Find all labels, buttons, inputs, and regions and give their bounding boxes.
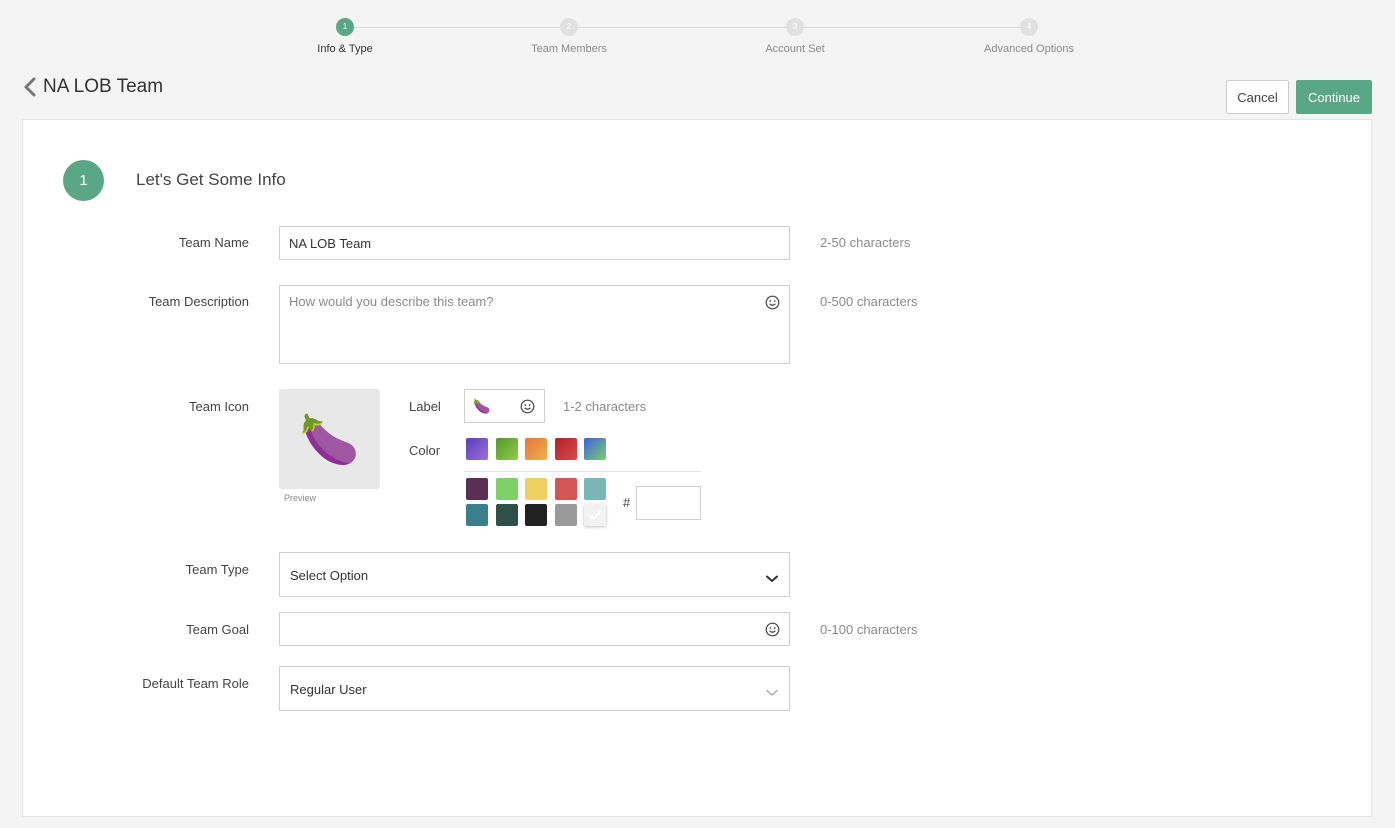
solid-swatch[interactable] [466,504,488,526]
default-team-role-select[interactable]: Regular User [279,666,790,711]
step-label: Team Members [531,43,607,55]
step-number: 2 [560,18,578,36]
gradient-swatch[interactable] [554,438,577,460]
team-goal-label: Team Goal [186,622,249,637]
default-team-role-label: Default Team Role [142,676,249,691]
icon-label-value: 🍆 [473,398,491,414]
solid-swatch[interactable] [554,478,577,500]
solid-swatch[interactable] [525,478,547,500]
team-name-value: NA LOB Team [289,236,372,251]
preview-label: Preview [284,493,317,503]
step-label: Account Set [765,43,825,55]
step-label: Advanced Options [984,43,1074,55]
step-info-type[interactable]: 1 Info & Type [265,18,425,55]
team-name-hint: 2-50 characters [820,235,911,250]
gradient-swatch[interactable] [495,438,518,460]
solid-swatch[interactable] [584,504,606,526]
team-description-textarea[interactable]: How would you describe this team? [279,285,790,364]
solid-swatch[interactable] [495,478,518,500]
team-name-input[interactable]: NA LOB Team [279,226,790,260]
icon-label-label: Label [409,399,441,414]
team-type-label: Team Type [185,562,249,577]
page-title: NA LOB Team [43,76,164,97]
team-description-placeholder: How would you describe this team? [289,294,494,309]
hex-color-input[interactable] [636,486,701,520]
section-number: 1 [63,160,104,201]
step-number: 3 [786,18,804,36]
team-description-label: Team Description [148,294,249,309]
team-icon-label: Team Icon [189,399,249,414]
continue-button[interactable]: Continue [1296,80,1372,114]
default-team-role-value: Regular User [290,682,367,697]
chevron-down-icon [765,685,779,696]
solid-swatch[interactable] [554,504,577,526]
team-name-label: Team Name [178,235,249,250]
page-header: NA LOB Team [22,76,163,98]
solid-swatch[interactable] [584,478,606,500]
icon-label-input[interactable]: 🍆 [464,389,545,423]
team-type-select[interactable]: Select Option [279,552,790,597]
icon-preview-emoji: 🍆 [299,413,360,467]
smile-icon[interactable] [765,295,780,310]
check-icon [584,504,606,531]
chevron-left-icon[interactable] [22,76,38,98]
icon-color-label: Color [409,443,441,458]
step-label: Info & Type [317,43,373,55]
step-team-members[interactable]: 2 Team Members [489,18,649,55]
icon-preview: 🍆 [279,389,380,489]
solid-swatch[interactable] [495,504,518,526]
step-number: 1 [336,18,354,36]
team-goal-hint: 0-100 characters [820,622,918,637]
team-description-hint: 0-500 characters [820,294,918,309]
solid-swatch[interactable] [525,504,547,526]
section-title: Let's Get Some Info [136,170,286,189]
gradient-swatch[interactable] [584,438,606,460]
gradient-swatch[interactable] [466,438,488,460]
progress-stepper: 1 Info & Type 2 Team Members 3 Account S… [0,0,1395,70]
team-type-value: Select Option [290,568,369,583]
cancel-button[interactable]: Cancel [1226,80,1289,114]
step-number: 4 [1020,18,1038,36]
swatch-divider [464,471,701,472]
solid-swatch[interactable] [466,478,488,500]
form-card: 1 Let's Get Some Info Team Name NA LOB T… [22,119,1372,817]
smile-icon[interactable] [765,622,780,637]
icon-label-hint: 1-2 characters [563,399,647,414]
smile-icon[interactable] [520,399,535,414]
chevron-down-icon [765,571,779,582]
hex-prefix: # [623,495,631,510]
team-goal-input[interactable] [279,612,790,646]
gradient-swatch[interactable] [525,438,547,460]
step-advanced-options[interactable]: 4 Advanced Options [949,18,1109,55]
step-account-set[interactable]: 3 Account Set [715,18,875,55]
